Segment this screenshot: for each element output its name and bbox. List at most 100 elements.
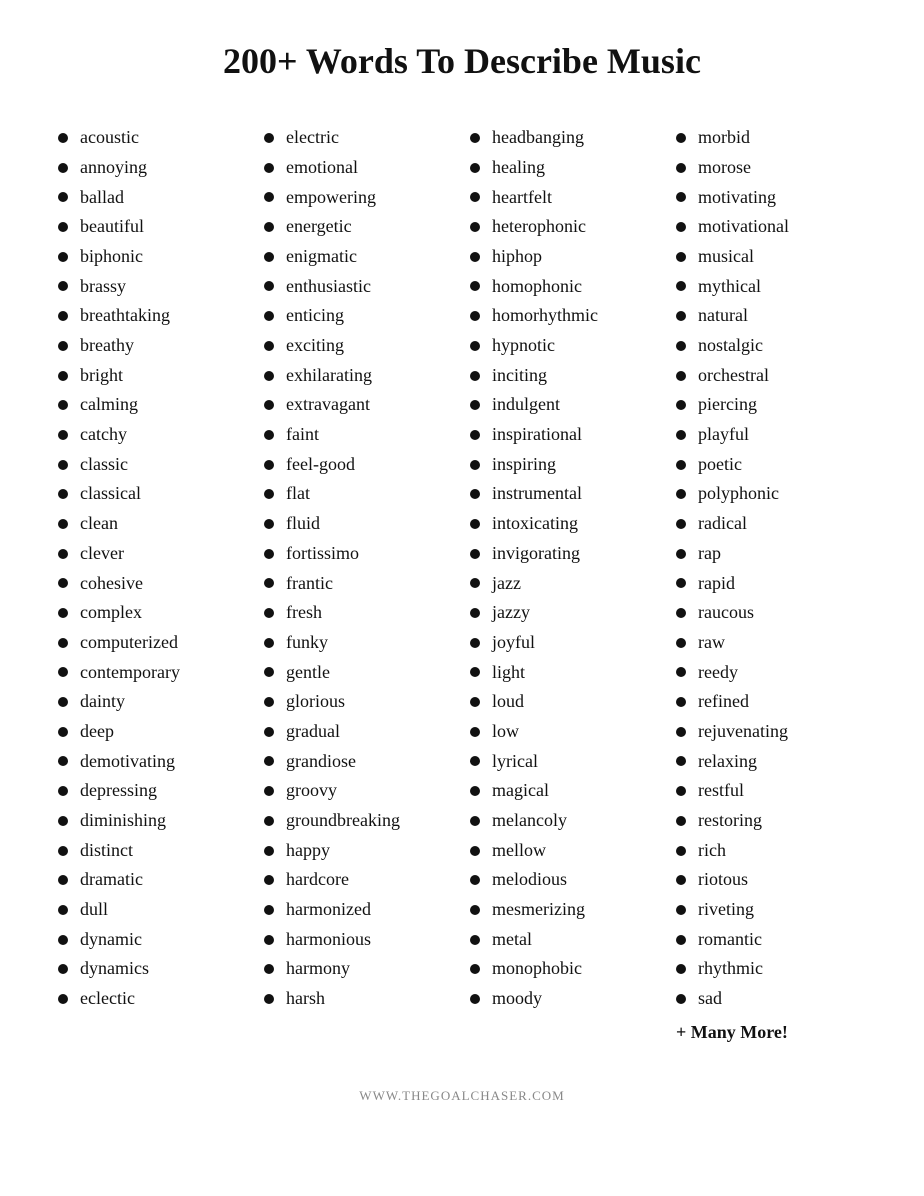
word-label: enticing — [286, 301, 344, 331]
word-label: frantic — [286, 569, 333, 599]
word-label: heartfelt — [492, 183, 552, 213]
list-item: flat — [256, 479, 462, 509]
bullet-icon — [676, 846, 686, 856]
bullet-icon — [470, 846, 480, 856]
bullet-icon — [470, 519, 480, 529]
list-item: breathy — [50, 331, 256, 361]
bullet-icon — [470, 608, 480, 618]
bullet-icon — [58, 638, 68, 648]
list-item: bright — [50, 361, 256, 391]
bullet-icon — [470, 875, 480, 885]
word-label: dramatic — [80, 865, 143, 895]
bullet-icon — [58, 192, 68, 202]
bullet-icon — [676, 163, 686, 173]
list-item: rap — [668, 539, 874, 569]
bullet-icon — [58, 935, 68, 945]
list-item: heartfelt — [462, 183, 668, 213]
bullet-icon — [58, 608, 68, 618]
word-label: indulgent — [492, 390, 560, 420]
list-item: musical — [668, 242, 874, 272]
list-item: enticing — [256, 301, 462, 331]
bullet-icon — [58, 281, 68, 291]
list-item: relaxing — [668, 747, 874, 777]
word-label: empowering — [286, 183, 376, 213]
list-item: dull — [50, 895, 256, 925]
word-label: extravagant — [286, 390, 370, 420]
list-item: natural — [668, 301, 874, 331]
word-label: depressing — [80, 776, 157, 806]
list-item: raucous — [668, 598, 874, 628]
word-label: headbanging — [492, 123, 584, 153]
list-item: deep — [50, 717, 256, 747]
bullet-icon — [470, 400, 480, 410]
word-label: melancoly — [492, 806, 567, 836]
list-item: enthusiastic — [256, 272, 462, 302]
bullet-icon — [676, 400, 686, 410]
list-item: raw — [668, 628, 874, 658]
list-item: empowering — [256, 183, 462, 213]
word-columns: acousticannoyingballadbeautifulbiphonicb… — [50, 123, 874, 1047]
list-item: sad — [668, 984, 874, 1014]
list-item: harmony — [256, 954, 462, 984]
word-label: fortissimo — [286, 539, 359, 569]
word-label: joyful — [492, 628, 535, 658]
bullet-icon — [58, 578, 68, 588]
bullet-icon — [58, 727, 68, 737]
list-item: mythical — [668, 272, 874, 302]
list-item: contemporary — [50, 658, 256, 688]
bullet-icon — [676, 875, 686, 885]
list-item: orchestral — [668, 361, 874, 391]
footer: WWW.THEGOALCHASER.COM — [359, 1088, 564, 1104]
bullet-icon — [264, 133, 274, 143]
bullet-icon — [58, 549, 68, 559]
bullet-icon — [470, 756, 480, 766]
bullet-icon — [676, 578, 686, 588]
word-label: homophonic — [492, 272, 582, 302]
list-item: depressing — [50, 776, 256, 806]
list-item: diminishing — [50, 806, 256, 836]
list-item: radical — [668, 509, 874, 539]
bullet-icon — [264, 905, 274, 915]
bullet-icon — [676, 667, 686, 677]
word-label: inspiring — [492, 450, 556, 480]
list-item: emotional — [256, 153, 462, 183]
bullet-icon — [264, 311, 274, 321]
word-label: hypnotic — [492, 331, 555, 361]
bullet-icon — [264, 489, 274, 499]
list-item: healing — [462, 153, 668, 183]
bullet-icon — [58, 756, 68, 766]
word-label: breathy — [80, 331, 134, 361]
bullet-icon — [676, 727, 686, 737]
word-label: raw — [698, 628, 725, 658]
word-label: radical — [698, 509, 747, 539]
word-label: moody — [492, 984, 542, 1014]
bullet-icon — [676, 638, 686, 648]
bullet-icon — [470, 371, 480, 381]
list-item: extravagant — [256, 390, 462, 420]
word-label: cohesive — [80, 569, 143, 599]
bullet-icon — [470, 281, 480, 291]
bullet-icon — [58, 341, 68, 351]
word-label: heterophonic — [492, 212, 586, 242]
list-item: rejuvenating — [668, 717, 874, 747]
bullet-icon — [470, 133, 480, 143]
bullet-icon — [470, 697, 480, 707]
list-item: piercing — [668, 390, 874, 420]
word-label: riotous — [698, 865, 748, 895]
bullet-icon — [470, 638, 480, 648]
bullet-icon — [58, 252, 68, 262]
list-item: faint — [256, 420, 462, 450]
word-label: feel-good — [286, 450, 355, 480]
word-label: restful — [698, 776, 744, 806]
word-label: breathtaking — [80, 301, 170, 331]
word-label: melodious — [492, 865, 567, 895]
list-item: demotivating — [50, 747, 256, 777]
bullet-icon — [470, 905, 480, 915]
list-item: gradual — [256, 717, 462, 747]
page-title: 200+ Words To Describe Music — [223, 40, 701, 83]
list-item: moody — [462, 984, 668, 1014]
word-label: raucous — [698, 598, 754, 628]
list-item: mesmerizing — [462, 895, 668, 925]
list-item: grandiose — [256, 747, 462, 777]
list-item: heterophonic — [462, 212, 668, 242]
